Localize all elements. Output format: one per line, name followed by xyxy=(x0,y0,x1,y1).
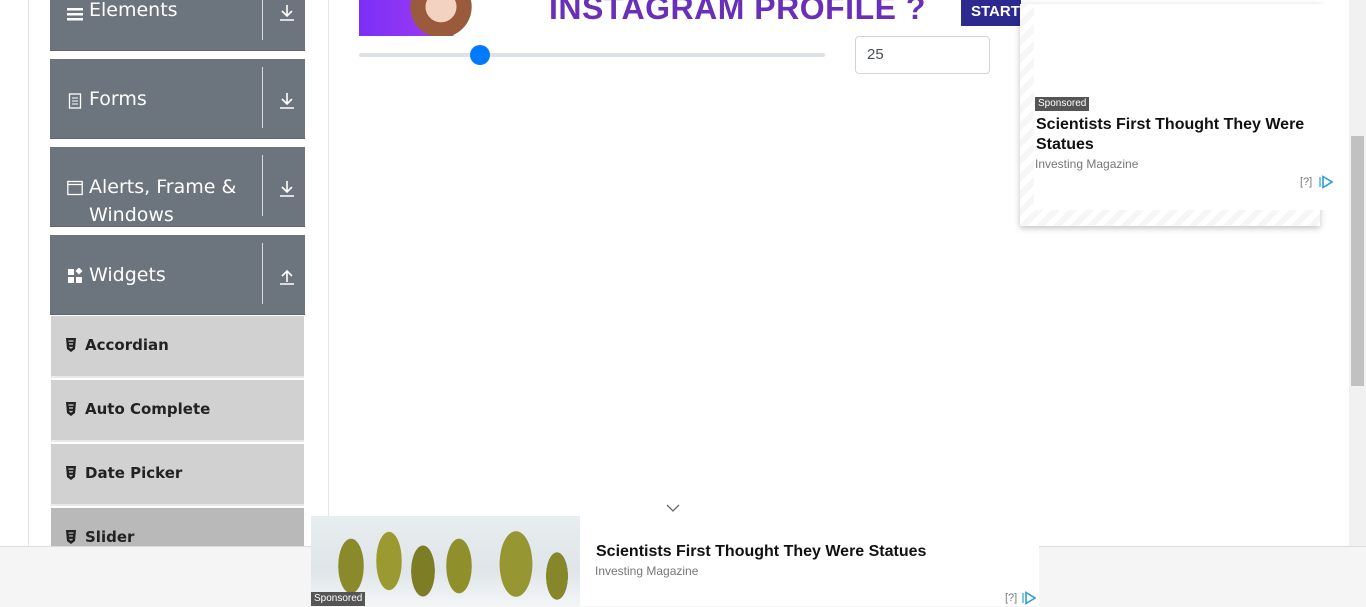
chevron-down-icon[interactable] xyxy=(666,503,680,513)
download-arrow-icon[interactable] xyxy=(277,91,297,111)
ad-title[interactable]: Scientists First Thought They Were xyxy=(1036,115,1304,135)
group-separator xyxy=(262,67,263,128)
sidebar-group-label: Elements xyxy=(89,0,178,21)
slider-thumb[interactable] xyxy=(470,45,490,65)
group-separator xyxy=(262,155,263,216)
sidebar-item-label: Auto Complete xyxy=(85,400,211,418)
document-icon xyxy=(68,93,82,109)
slider-value-field[interactable]: 25 xyxy=(855,36,990,74)
banner-person-image xyxy=(401,0,481,36)
ad-title-line2[interactable]: Statues xyxy=(1036,135,1094,155)
upload-arrow-icon[interactable] xyxy=(277,267,297,287)
sidebar-group-forms[interactable]: Forms xyxy=(50,59,305,139)
sidebar-item-auto-complete[interactable]: Auto Complete xyxy=(51,380,304,442)
sidebar-group-label: Alerts, Frame & xyxy=(89,176,237,198)
html5-icon xyxy=(66,466,76,480)
sidebar-group-elements[interactable]: Elements xyxy=(50,0,305,51)
group-separator xyxy=(262,0,263,40)
sponsored-tag: Sponsored xyxy=(311,592,366,606)
sidebar-item-date-picker[interactable]: Date Picker xyxy=(51,444,304,506)
sidebar-group-label-line2: Windows xyxy=(89,204,174,226)
widgets-icon xyxy=(68,268,83,283)
sidebar-group-label: Widgets xyxy=(89,264,166,286)
ad-info-link[interactable]: [?] xyxy=(1300,176,1312,188)
sidebar-item-label: Slider xyxy=(85,528,135,546)
sponsored-tag: Sponsored xyxy=(1035,97,1090,111)
hamburger-icon xyxy=(67,8,83,21)
sidebar-item-label: Accordian xyxy=(85,336,169,354)
html5-icon xyxy=(66,402,76,416)
bottom-ad[interactable]: Sponsored Scientists First Thought They … xyxy=(311,516,1039,606)
sidebar-group-widgets[interactable]: Widgets xyxy=(50,235,305,315)
content-divider xyxy=(328,0,329,546)
ad-source: Investing Magazine xyxy=(595,564,699,578)
sidebar-item-accordian[interactable]: Accordian xyxy=(51,316,304,378)
sidebar-item-label: Date Picker xyxy=(85,464,183,482)
sidebar-ad[interactable]: Sponsored Scientists First Thought They … xyxy=(1020,4,1334,226)
scrollbar-thumb[interactable] xyxy=(1351,136,1364,386)
banner-start-button[interactable]: START xyxy=(961,0,1021,26)
banner-ad[interactable]: INSTAGRAM PROFILE ? xyxy=(359,0,1019,36)
group-separator xyxy=(262,243,263,304)
download-arrow-icon[interactable] xyxy=(277,3,297,23)
sidebar-group-alerts-frame-windows[interactable]: Alerts, Frame & Windows xyxy=(50,147,305,227)
ad-info-link[interactable]: [?] xyxy=(1005,592,1017,604)
window-icon xyxy=(67,180,83,196)
adchoices-icon[interactable] xyxy=(1022,591,1036,605)
slider-track[interactable] xyxy=(359,53,825,57)
ad-source: Investing Magazine xyxy=(1035,157,1139,171)
html5-icon xyxy=(66,338,76,352)
ad-title[interactable]: Scientists First Thought They Were Statu… xyxy=(596,542,926,562)
download-arrow-icon[interactable] xyxy=(277,179,297,199)
html5-icon xyxy=(66,530,76,544)
adchoices-icon[interactable] xyxy=(1319,175,1333,189)
left-divider xyxy=(28,0,29,546)
banner-headline: INSTAGRAM PROFILE ? xyxy=(549,0,926,26)
sidebar-group-label: Forms xyxy=(89,88,147,110)
